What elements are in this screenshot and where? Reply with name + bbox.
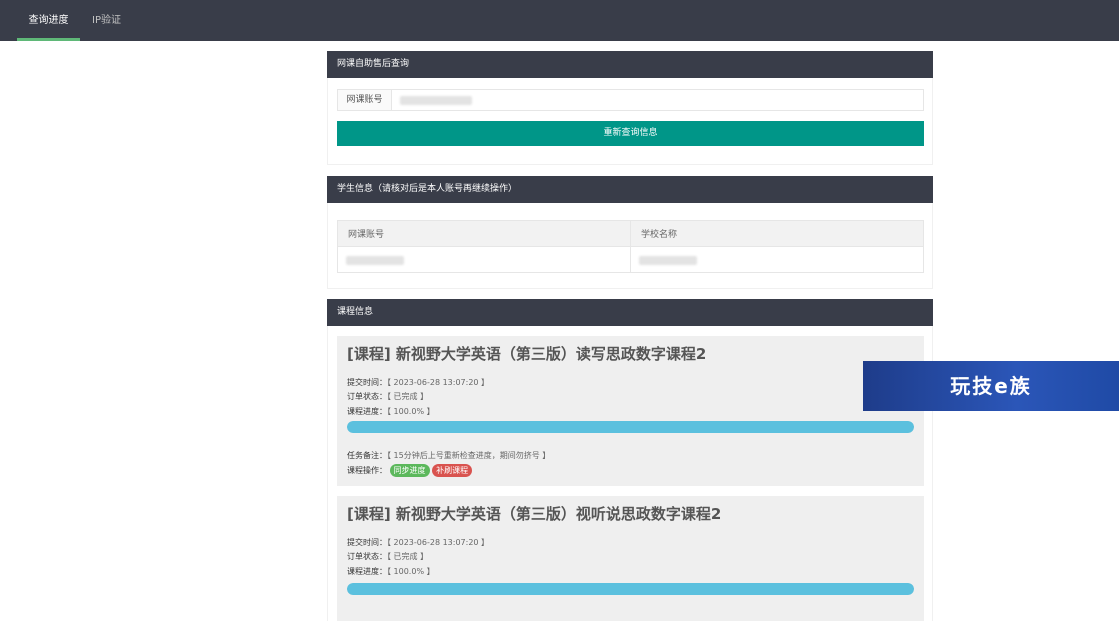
tab-query-progress[interactable]: 查询进度	[17, 0, 80, 41]
account-input-group: 网课账号	[337, 89, 924, 111]
redacted-school	[639, 256, 697, 265]
progress-bar	[347, 421, 914, 433]
table-header-row: 网课账号 学校名称	[337, 220, 924, 247]
course-card: [课程] 新视野大学英语（第三版）读写思政数字课程2 提交时间：【 2023-0…	[337, 336, 924, 486]
top-navigation: 查询进度 IP验证	[0, 0, 1119, 41]
rebrush-course-button[interactable]: 补刷课程	[432, 464, 473, 477]
column-header-account: 网课账号	[337, 220, 631, 247]
table-row	[337, 246, 924, 273]
watermark-logo: 玩技e族	[863, 361, 1119, 411]
column-header-school: 学校名称	[630, 220, 924, 247]
progress-label: 课程进度：	[347, 407, 387, 416]
course-progress-line: 课程进度：【 100.0% 】	[347, 406, 435, 417]
query-panel-header: 网课自助售后查询	[327, 51, 933, 78]
progress-value: 【 100.0% 】	[387, 407, 435, 416]
student-panel-header: 学生信息（请核对后是本人账号再继续操作）	[327, 176, 933, 203]
progress-bar-fill	[347, 583, 914, 595]
cell-account	[337, 246, 631, 273]
progress-bar-fill	[347, 421, 914, 433]
course-card: [课程] 新视野大学英语（第三版）视听说思政数字课程2 提交时间：【 2023-…	[337, 496, 924, 621]
course-task-note: 任务备注：【 15分钟后上号重新检查进度，期间勿挤号 】	[347, 450, 550, 461]
course-order-status: 订单状态：【 已完成 】	[347, 551, 428, 562]
operations-label: 课程操作：	[347, 466, 387, 475]
submit-time-label: 提交时间：	[347, 538, 387, 547]
order-status-value: 【 已完成 】	[387, 392, 429, 401]
progress-value: 【 100.0% 】	[387, 567, 435, 576]
course-title: [课程] 新视野大学英语（第三版）读写思政数字课程2	[347, 345, 707, 363]
task-note-label: 任务备注：	[347, 451, 387, 460]
course-submit-time: 提交时间：【 2023-06-28 13:07:20 】	[347, 377, 489, 388]
account-input[interactable]	[393, 90, 923, 110]
progress-label: 课程进度：	[347, 567, 387, 576]
tab-query-progress-label: 查询进度	[28, 15, 69, 26]
progress-bar	[347, 583, 914, 595]
submit-time-value: 【 2023-06-28 13:07:20 】	[387, 378, 490, 387]
course-operations: 课程操作： 同步进度 补刷课程	[347, 464, 473, 477]
student-info-table: 网课账号 学校名称	[337, 220, 924, 273]
requery-button[interactable]: 重新查询信息	[337, 121, 924, 146]
sync-progress-button[interactable]: 同步进度	[389, 464, 430, 477]
order-status-label: 订单状态：	[347, 552, 387, 561]
course-submit-time: 提交时间：【 2023-06-28 13:07:20 】	[347, 537, 489, 548]
tab-ip-verify[interactable]: IP验证	[92, 0, 122, 41]
submit-time-label: 提交时间：	[347, 378, 387, 387]
redacted-account	[346, 256, 404, 265]
task-note-value: 【 15分钟后上号重新检查进度，期间勿挤号 】	[387, 451, 551, 460]
order-status-label: 订单状态：	[347, 392, 387, 401]
account-input-addon: 网课账号	[338, 90, 392, 110]
course-progress-line: 课程进度：【 100.0% 】	[347, 566, 435, 577]
cell-school	[630, 246, 924, 273]
course-panel-header: 课程信息	[327, 299, 933, 326]
course-title: [课程] 新视野大学英语（第三版）视听说思政数字课程2	[347, 505, 722, 523]
order-status-value: 【 已完成 】	[387, 552, 429, 561]
active-tab-indicator	[17, 38, 80, 41]
tab-ip-verify-label: IP验证	[92, 15, 121, 26]
course-order-status: 订单状态：【 已完成 】	[347, 391, 428, 402]
redacted-account-value	[400, 96, 472, 105]
submit-time-value: 【 2023-06-28 13:07:20 】	[387, 538, 490, 547]
